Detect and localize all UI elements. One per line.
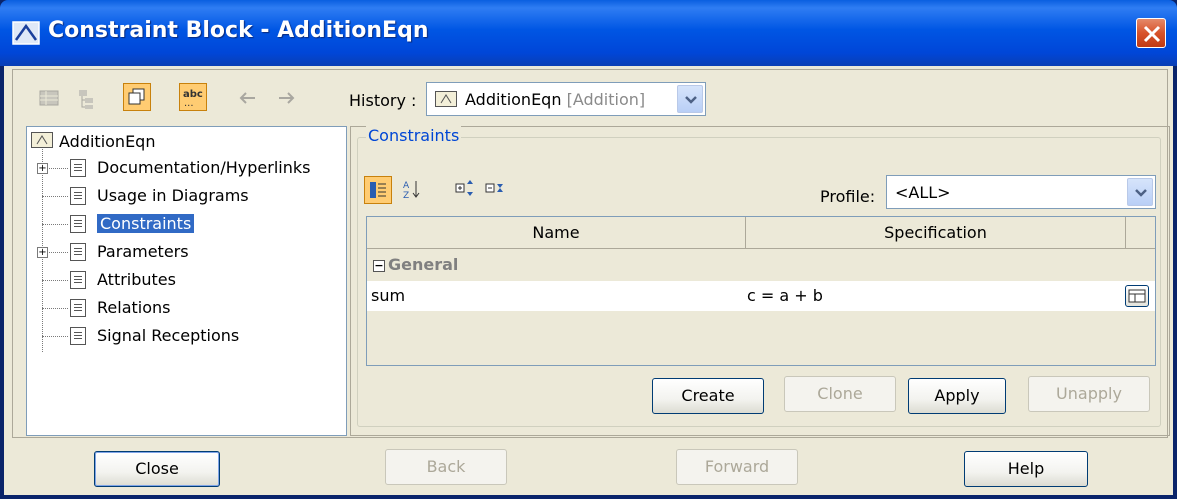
forward-arrow-icon[interactable] (273, 84, 301, 112)
column-header-extra (1126, 217, 1155, 249)
expand-all-icon[interactable] (452, 176, 480, 204)
svg-text:A: A (403, 181, 410, 191)
unapply-button[interactable]: Unapply (1028, 376, 1150, 412)
edit-table-icon (1128, 289, 1146, 303)
group-row-general[interactable]: − General (373, 255, 458, 274)
constraint-block-icon (435, 91, 457, 107)
window-title: Constraint Block - AdditionEqn (48, 18, 429, 43)
chevron-down-icon (685, 96, 697, 104)
profile-dropdown[interactable]: <ALL> (886, 175, 1156, 209)
window-close-button[interactable] (1136, 18, 1166, 48)
edit-specification-button[interactable] (1125, 285, 1149, 307)
history-dropdown[interactable]: AdditionEqn [Addition] (426, 82, 706, 116)
expand-documentation-icon[interactable]: + (37, 163, 48, 174)
page-icon (70, 215, 86, 233)
title-bar[interactable]: Constraint Block - AdditionEqn (0, 0, 1177, 66)
constraints-table: Name Specification − General sum c = a + … (366, 216, 1156, 366)
abc-display-icon[interactable]: abc... (179, 83, 207, 111)
sort-alphabetical-icon[interactable]: AZ (400, 176, 428, 204)
page-icon (70, 243, 86, 261)
collapse-all-icon[interactable] (482, 176, 510, 204)
close-icon (1143, 25, 1161, 43)
table-row[interactable]: sum c = a + b (367, 281, 1155, 311)
apply-button[interactable]: Apply (908, 378, 1006, 414)
history-element-type: [Addition] (566, 90, 646, 109)
categorized-view-icon[interactable] (364, 176, 392, 204)
constraints-group-title: Constraints (366, 126, 462, 145)
history-label: History : (349, 91, 417, 110)
profile-dropdown-arrow[interactable] (1127, 178, 1153, 206)
cell-name[interactable]: sum (371, 286, 405, 305)
expand-parameters-icon[interactable]: + (37, 247, 48, 258)
create-button[interactable]: Create (652, 378, 764, 414)
dialog-client: abc... History : AdditionEqn [Addition] … (4, 66, 1173, 495)
page-icon (70, 299, 86, 317)
chevron-down-icon (1135, 189, 1147, 197)
table-header: Name Specification (367, 217, 1155, 249)
profile-label: Profile: (820, 187, 876, 206)
constraint-block-icon (31, 132, 53, 148)
page-icon (70, 327, 86, 345)
category-tree: AdditionEqn + Documentation/Hyperlinks U… (26, 126, 347, 436)
cell-specification[interactable]: c = a + b (747, 286, 823, 305)
svg-text:...: ... (184, 98, 194, 109)
constraints-panel: Constraints AZ Profile: <ALL> Name Speci… (350, 126, 1170, 436)
forward-button[interactable]: Forward (676, 449, 798, 485)
clone-button[interactable]: Clone (784, 376, 896, 412)
content-frame: abc... History : AdditionEqn [Addition] … (12, 69, 1170, 438)
page-icon (70, 271, 86, 289)
history-dropdown-arrow[interactable] (677, 85, 703, 113)
back-button[interactable]: Back (385, 449, 507, 485)
help-button[interactable]: Help (964, 451, 1088, 487)
page-icon (70, 187, 86, 205)
dialog-window: Constraint Block - AdditionEqn abc... Hi… (0, 0, 1177, 499)
svg-text:Z: Z (403, 191, 409, 201)
dialog-icon (12, 21, 40, 45)
column-header-name[interactable]: Name (367, 217, 746, 249)
history-element-name: AdditionEqn (465, 90, 562, 109)
column-header-specification[interactable]: Specification (746, 217, 1126, 249)
table-body: − General sum c = a + b (367, 249, 1155, 365)
collapse-group-icon[interactable]: − (373, 259, 385, 272)
page-icon (70, 159, 86, 177)
table-view-icon[interactable] (35, 84, 63, 112)
profile-value: <ALL> (895, 183, 951, 202)
back-arrow-icon[interactable] (233, 84, 261, 112)
tree-view-icon[interactable] (73, 84, 101, 112)
compact-mode-icon[interactable] (123, 83, 151, 111)
close-button[interactable]: Close (94, 451, 220, 487)
constraints-group: Constraints AZ Profile: <ALL> Name Speci… (357, 126, 1161, 427)
group-row-label: General (388, 255, 459, 274)
